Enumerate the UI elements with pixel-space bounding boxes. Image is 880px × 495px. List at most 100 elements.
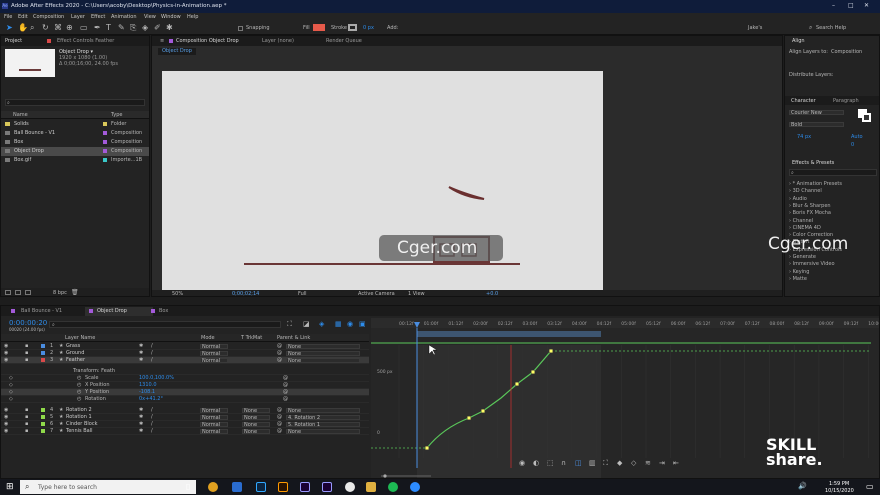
lock-icon[interactable]: ▪ bbox=[25, 343, 28, 349]
visibility-eye-icon[interactable]: ◉ bbox=[4, 357, 8, 363]
quality-icon[interactable]: / bbox=[151, 407, 153, 413]
label-color-swatch[interactable] bbox=[103, 158, 107, 162]
quality-icon[interactable]: / bbox=[151, 421, 153, 427]
taskbar-search-box[interactable]: ⌕ Type here to search bbox=[20, 480, 196, 494]
tab-character[interactable]: Character bbox=[791, 98, 816, 104]
trash-icon[interactable]: 🗑 bbox=[71, 289, 79, 296]
layer-row[interactable]: ◉ ▪ 1 ★ Grass ✱ / Normal @ None bbox=[1, 343, 369, 350]
rectangle-tool-icon[interactable]: ▭ bbox=[80, 23, 88, 32]
expression-pickwhip-icon[interactable]: @ bbox=[283, 375, 288, 381]
layer-name[interactable]: Feather bbox=[66, 357, 85, 363]
property-value[interactable]: 100.0,100.0% bbox=[139, 375, 174, 381]
layer-label-color[interactable] bbox=[41, 408, 45, 412]
tab-paragraph[interactable]: Paragraph bbox=[833, 98, 859, 104]
frame-blending-icon[interactable]: ▦ bbox=[335, 320, 342, 328]
stroke-swatch[interactable] bbox=[348, 24, 357, 31]
lock-icon[interactable]: ▪ bbox=[25, 350, 28, 356]
visibility-eye-icon[interactable]: ◉ bbox=[4, 421, 8, 427]
spotify-icon[interactable] bbox=[388, 482, 398, 492]
parent-select[interactable]: None bbox=[286, 351, 360, 357]
camera-view[interactable]: Active Camera bbox=[358, 291, 395, 296]
layer-row[interactable]: ◉ ▪ 7 ★ Tennis Ball ✱ / Normal None @ No… bbox=[1, 428, 369, 435]
layer-row[interactable]: ◉ ▪ 5 ★ Rotation 1 ✱ / Normal None @ 4. … bbox=[1, 414, 369, 421]
motion-blur-icon[interactable]: ◉ bbox=[347, 320, 353, 328]
shy-layers-icon[interactable]: ◈ bbox=[319, 320, 324, 328]
project-item[interactable]: Box.gif Importe...1B bbox=[1, 156, 149, 165]
switch-icon[interactable]: ✱ bbox=[139, 350, 143, 356]
menu-edit[interactable]: Edit bbox=[18, 14, 28, 20]
trkmat-select[interactable]: None bbox=[242, 429, 270, 435]
zoom-tool-icon[interactable]: ⌕ bbox=[30, 23, 34, 33]
lock-icon[interactable]: ▪ bbox=[25, 407, 28, 413]
add-label[interactable]: Add: bbox=[387, 25, 398, 31]
pan-behind-tool-icon[interactable]: ⊕ bbox=[66, 23, 73, 32]
search-help-input[interactable]: Search Help bbox=[816, 25, 846, 31]
lock-icon[interactable]: ≡ bbox=[160, 38, 164, 44]
lock-icon[interactable]: ▪ bbox=[25, 421, 28, 427]
premiere-icon[interactable] bbox=[300, 482, 310, 492]
task-view-icon[interactable]: ▯ bbox=[186, 482, 190, 491]
minimize-icon[interactable]: – bbox=[832, 2, 835, 9]
timeline-timecode[interactable]: 0:00:00:20 bbox=[9, 319, 47, 327]
menu-layer[interactable]: Layer bbox=[71, 14, 85, 20]
effects-search-input[interactable]: ⌕ bbox=[789, 169, 877, 176]
close-icon[interactable]: ✕ bbox=[864, 2, 869, 9]
property-row[interactable]: ◇ ◴ X Position 1310.0 @ bbox=[1, 382, 369, 389]
quality-icon[interactable]: / bbox=[151, 357, 153, 363]
tab-object-drop[interactable]: Object Drop bbox=[97, 308, 127, 314]
column-type[interactable]: Type bbox=[111, 112, 122, 118]
property-value[interactable]: 0x+41.2° bbox=[139, 396, 163, 402]
effect-category[interactable]: › 3D Channel bbox=[789, 188, 822, 194]
after-effects-icon[interactable] bbox=[322, 482, 332, 492]
project-search-input[interactable]: ⌕ bbox=[5, 99, 145, 106]
quality-icon[interactable]: / bbox=[151, 343, 153, 349]
menu-view[interactable]: View bbox=[144, 14, 156, 20]
trkmat-select[interactable]: None bbox=[242, 408, 270, 414]
leading[interactable]: Auto bbox=[851, 134, 863, 140]
column-name[interactable]: Name bbox=[13, 112, 28, 118]
menu-effect[interactable]: Effect bbox=[91, 14, 105, 20]
layer-name[interactable]: Ground bbox=[66, 350, 84, 356]
parent-select[interactable]: None bbox=[286, 408, 360, 414]
effect-category[interactable]: › CINEMA 4D bbox=[789, 225, 821, 231]
effect-category[interactable]: › Generate bbox=[789, 254, 816, 260]
layer-label-color[interactable] bbox=[41, 351, 45, 355]
menu-window[interactable]: Window bbox=[161, 14, 181, 20]
property-row[interactable]: ◇ ◴ Y Position -108.1 @ bbox=[1, 389, 369, 396]
label-color-swatch[interactable] bbox=[103, 149, 107, 153]
file-explorer-icon[interactable] bbox=[366, 482, 376, 492]
layer-mode-select[interactable]: Normal bbox=[200, 415, 228, 421]
effect-category[interactable]: › Audio bbox=[789, 196, 807, 202]
project-item[interactable]: Box Composition bbox=[1, 138, 149, 147]
parent-select[interactable]: None bbox=[286, 344, 360, 350]
align-target[interactable]: Composition bbox=[831, 49, 862, 55]
font-style-select[interactable]: Bold bbox=[789, 122, 844, 128]
layer-mode-select[interactable]: Normal bbox=[200, 422, 228, 428]
property-row[interactable]: ◇ ◴ Rotation 0x+41.2° @ bbox=[1, 396, 369, 403]
property-row[interactable]: ◇ ◴ Scale 100.0,100.0% @ bbox=[1, 375, 369, 382]
tab-box[interactable]: Box bbox=[159, 308, 168, 314]
layer-mode-select[interactable]: Normal bbox=[200, 351, 228, 357]
clone-tool-icon[interactable]: ⎘ bbox=[130, 23, 136, 33]
trkmat-select[interactable]: None bbox=[242, 415, 270, 421]
switch-icon[interactable]: ✱ bbox=[139, 428, 143, 434]
menu-animation[interactable]: Animation bbox=[111, 14, 137, 20]
maximize-icon[interactable]: □ bbox=[848, 2, 854, 9]
column-mode[interactable]: Mode bbox=[201, 335, 215, 341]
tab-layer[interactable]: Layer (none) bbox=[262, 38, 294, 44]
quality-icon[interactable]: / bbox=[151, 350, 153, 356]
volume-icon[interactable]: 🔊 bbox=[798, 482, 807, 490]
tracking[interactable]: 0 bbox=[851, 142, 854, 148]
label-color-swatch[interactable] bbox=[103, 140, 107, 144]
view-layout[interactable]: 1 View bbox=[408, 291, 425, 296]
layer-mode-select[interactable]: Normal bbox=[200, 358, 228, 364]
switch-icon[interactable]: ✱ bbox=[139, 407, 143, 413]
bit-depth[interactable]: 8 bpc bbox=[53, 290, 67, 296]
stroke-width[interactable]: 0 px bbox=[363, 25, 374, 31]
expression-pickwhip-icon[interactable]: @ bbox=[283, 382, 288, 388]
visibility-eye-icon[interactable]: ◉ bbox=[4, 350, 8, 356]
effect-category[interactable]: › Blur & Sharpen bbox=[789, 203, 831, 209]
layer-name[interactable]: Cinder Block bbox=[66, 421, 97, 427]
timeline-search-input[interactable]: ⌕ bbox=[49, 321, 281, 328]
lock-icon[interactable]: ▪ bbox=[25, 357, 28, 363]
